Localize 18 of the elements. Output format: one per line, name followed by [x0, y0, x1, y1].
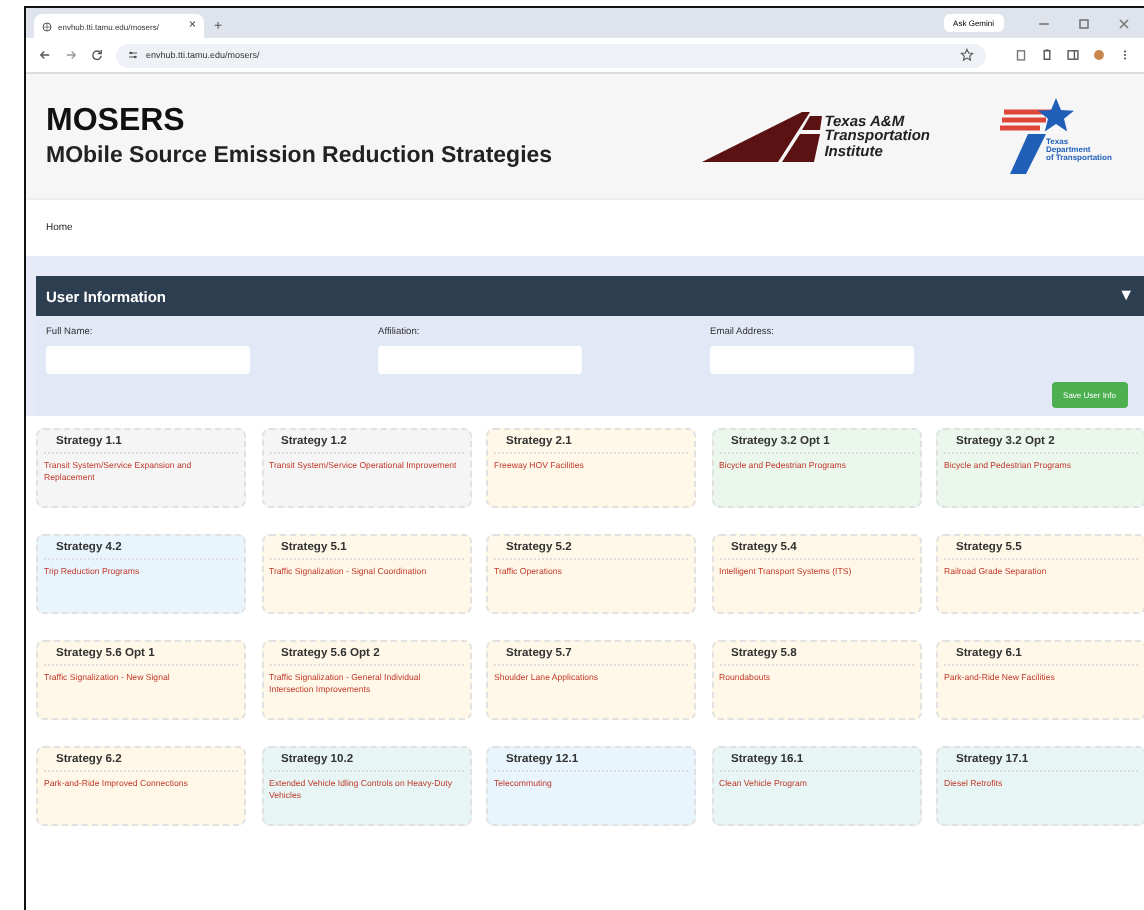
- site-title: MOSERS: [46, 104, 187, 140]
- sidebar-icon[interactable]: [1066, 48, 1080, 62]
- input-field[interactable]: [378, 346, 582, 374]
- collapse-toggle[interactable]: ▼: [1118, 288, 1134, 304]
- profile-icon[interactable]: [1092, 48, 1106, 62]
- reload-icon[interactable]: [90, 48, 104, 62]
- road-stripes-logo-icon: [702, 108, 823, 164]
- star-icon[interactable]: [960, 48, 974, 62]
- input-field[interactable]: [46, 346, 250, 374]
- maximize-icon[interactable]: [1076, 15, 1092, 31]
- site-info-icon[interactable]: [128, 50, 138, 60]
- close-icon[interactable]: [1116, 15, 1132, 31]
- input-field[interactable]: [710, 346, 914, 374]
- globe-icon: [42, 21, 52, 31]
- more-icon[interactable]: [1118, 48, 1132, 62]
- site-subtitle: MObile Source Emission Reduction Strategies: [46, 143, 553, 168]
- forward-icon[interactable]: [64, 48, 78, 62]
- back-icon[interactable]: [38, 48, 52, 62]
